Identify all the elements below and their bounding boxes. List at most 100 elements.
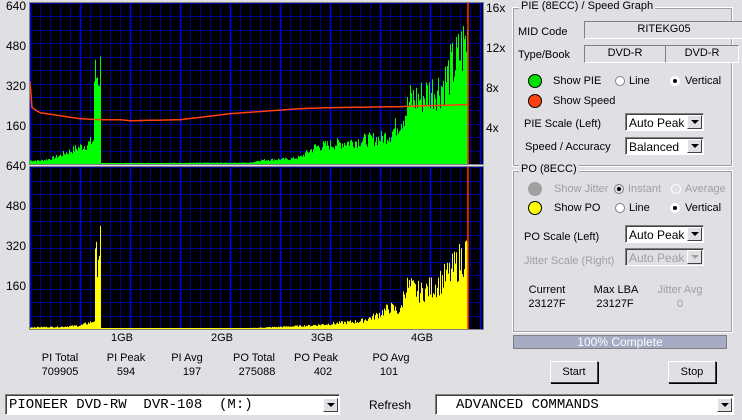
po-bar [389, 313, 390, 329]
pi-bar [205, 162, 206, 164]
po-bar [87, 324, 88, 329]
pi-bar [79, 148, 80, 164]
pie-vertical-label: Vertical [685, 75, 722, 87]
po-bar [185, 328, 186, 329]
po-bar [350, 320, 351, 329]
po-bar [327, 324, 328, 329]
pie-scale-select[interactable]: Auto Peak [625, 113, 704, 131]
show-jitter-toggle[interactable] [528, 182, 542, 196]
po-bar [81, 324, 82, 329]
po-bar [414, 282, 415, 329]
po-bar [139, 328, 140, 329]
pi-bar [334, 149, 335, 164]
po-bar [205, 328, 206, 329]
po-line-radio[interactable] [615, 203, 625, 213]
po-bar [360, 321, 361, 329]
speed-tick: 4x [486, 121, 499, 135]
start-button[interactable]: Start [550, 361, 598, 383]
po-bar [210, 328, 211, 329]
pi-bar [300, 155, 301, 164]
pi-bar [440, 108, 441, 164]
pi-bar [274, 159, 275, 164]
pi-bar [444, 105, 445, 164]
po-bar [84, 322, 85, 329]
pi-bar [85, 149, 86, 164]
po-bar [296, 325, 297, 329]
pi-bar [312, 152, 313, 164]
pi-bar [90, 136, 91, 164]
pi-bar [252, 162, 253, 164]
po-bar [51, 326, 52, 329]
po-bar [306, 325, 307, 329]
pi-bar [115, 163, 116, 164]
show-speed-toggle[interactable] [528, 94, 542, 108]
po-bar [256, 328, 257, 329]
po-bar [200, 328, 201, 329]
pi-bar [294, 158, 295, 164]
pi-bar [224, 162, 225, 164]
po-bar [213, 328, 214, 329]
pi-bar [116, 163, 117, 164]
po-scale-select[interactable]: Auto Peak [625, 225, 704, 243]
drive-select[interactable]: PIONEER DVD-RW DVR-108 (M:) [5, 394, 340, 415]
pi-bar [214, 162, 215, 164]
pi-bar [123, 163, 124, 164]
show-po-toggle[interactable] [528, 201, 542, 215]
jitter-scale-select[interactable]: Auto Peak [625, 248, 704, 266]
po-bar [377, 314, 378, 329]
pi-bar [204, 162, 205, 164]
pi-bar [145, 163, 146, 164]
jitter-instant-radio[interactable] [614, 184, 624, 194]
po-bar [167, 328, 168, 329]
po-vertical-radio[interactable] [670, 203, 680, 213]
pi-bar [343, 147, 344, 164]
pi-bar [183, 163, 184, 164]
pi-bar [339, 142, 340, 164]
pi-bar [104, 162, 105, 164]
pi-bar [182, 163, 183, 164]
pi-bar [124, 163, 125, 164]
pie-line-radio[interactable] [615, 76, 625, 86]
po-bar [436, 297, 437, 329]
po-bar [180, 328, 181, 329]
pi-bar [126, 163, 127, 164]
po-bar [35, 327, 36, 329]
pi-bar [308, 152, 309, 164]
show-pie-toggle[interactable] [528, 74, 542, 88]
po-bar [320, 325, 321, 329]
pi-bar [60, 154, 61, 164]
pi-bar [292, 158, 293, 164]
show-po-label: Show PO [554, 202, 601, 214]
pi-bar [325, 140, 326, 164]
po-bar [192, 328, 193, 329]
po-bar [400, 307, 401, 329]
jitter-average-radio[interactable] [671, 184, 681, 194]
po-bar [128, 328, 129, 329]
po-bar [134, 328, 135, 329]
pi-bar [117, 162, 118, 164]
po-bar [202, 328, 203, 329]
pi-bar [199, 162, 200, 164]
po-bar [369, 317, 370, 329]
pi-bar [438, 77, 439, 164]
po-bar [57, 326, 58, 329]
po-bar [251, 327, 252, 329]
stop-button[interactable]: Stop [668, 361, 716, 383]
x-tick: 2GB [211, 332, 234, 344]
speed-accuracy-select[interactable]: Balanced [625, 137, 704, 155]
pi-bar [395, 118, 396, 164]
advanced-commands-select[interactable]: ADVANCED COMMANDS [435, 394, 734, 415]
pi-bar [331, 146, 332, 164]
pi-bar [413, 90, 414, 164]
pi-bar [309, 152, 310, 164]
po-bar [294, 326, 295, 329]
po-bar [442, 275, 443, 329]
pi-bar [322, 147, 323, 164]
refresh-button[interactable]: Refresh [369, 398, 411, 412]
po-bar [92, 321, 93, 329]
po-bar [304, 325, 305, 329]
pie-vertical-radio[interactable] [670, 76, 680, 86]
po-bar [149, 328, 150, 329]
pi-bar [323, 141, 324, 164]
pi-bar [137, 162, 138, 164]
